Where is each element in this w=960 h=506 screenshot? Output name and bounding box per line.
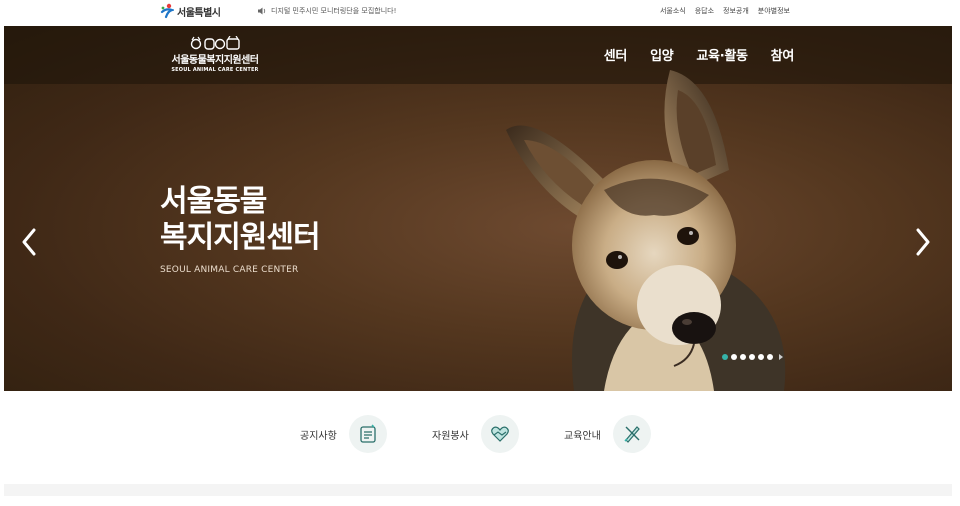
prev-slide-arrow[interactable]: [18, 226, 40, 258]
animal-logo-icon: [190, 36, 240, 50]
dog-photo: [506, 70, 786, 391]
main-nav: 센터 입양 교육·활동 참여: [604, 45, 795, 64]
seoul-logo-text: 서울특별시: [177, 7, 221, 19]
center-logo[interactable]: 서울동물복지지원센터 SEOUL ANIMAL CARE CENTER: [160, 36, 270, 73]
pager-dot[interactable]: [731, 354, 737, 360]
pager-dot[interactable]: [758, 354, 764, 360]
pager-next-icon[interactable]: [779, 354, 783, 360]
seoul-logo-icon: [160, 3, 174, 19]
hero-slider: 서울동물복지지원센터 SEOUL ANIMAL CARE CENTER 센터 입…: [4, 26, 952, 391]
hero-title: 서울동물 복지지원센터: [160, 184, 321, 256]
util-link-response[interactable]: 응답소: [695, 6, 714, 16]
footer-divider: [4, 484, 952, 496]
nav-adoption[interactable]: 입양: [650, 45, 674, 64]
chevron-left-icon: [22, 228, 36, 256]
pager-dot[interactable]: [740, 354, 746, 360]
hero-subtitle: SEOUL ANIMAL CARE CENTER: [160, 265, 299, 275]
quick-links: 공지사항 자원봉사 교육안내: [0, 391, 960, 481]
seoul-city-logo[interactable]: 서울특별시: [160, 3, 221, 19]
pager-dot[interactable]: [749, 354, 755, 360]
util-link-news[interactable]: 서울소식: [660, 6, 686, 16]
brand-name-en: SEOUL ANIMAL CARE CENTER: [171, 67, 259, 73]
nav-education-activity[interactable]: 교육·활동: [696, 45, 748, 64]
utility-bar: 서울특별시 디지털 민주시민 모니터링단을 모집합니다! 서울소식 응답소 정보…: [0, 0, 960, 26]
quick-link-volunteer[interactable]: 자원봉사: [432, 415, 519, 453]
brand-name-ko: 서울동물복지지원센터: [171, 55, 260, 66]
hero-title-line1: 서울동물: [160, 184, 267, 219]
next-slide-arrow[interactable]: [912, 226, 934, 258]
quick-link-label: 자원봉사: [432, 430, 469, 442]
pager-dot[interactable]: [722, 354, 728, 360]
hero-title-line2: 복지지원센터: [160, 220, 321, 255]
site-header: [4, 26, 952, 84]
utility-links: 서울소식 응답소 정보공개 분야별정보: [660, 6, 790, 16]
volunteer-icon: [480, 415, 519, 453]
util-link-info-disclosure[interactable]: 정보공개: [723, 6, 749, 16]
quick-link-label: 공지사항: [300, 430, 337, 442]
quick-link-notice[interactable]: 공지사항: [300, 415, 387, 453]
slide-pager: [722, 354, 783, 360]
notice-text: 디지털 민주시민 모니터링단을 모집합니다!: [271, 7, 397, 15]
nav-center[interactable]: 센터: [604, 45, 628, 64]
speaker-icon: [258, 7, 266, 15]
util-link-field-info[interactable]: 분야별정보: [758, 6, 790, 16]
notice-icon: [348, 415, 387, 453]
education-icon: [612, 415, 651, 453]
notice-ticker[interactable]: 디지털 민주시민 모니터링단을 모집합니다!: [258, 6, 396, 16]
nav-participation[interactable]: 참여: [771, 45, 795, 64]
quick-link-education[interactable]: 교육안내: [564, 415, 651, 453]
quick-link-label: 교육안내: [564, 430, 601, 442]
chevron-right-icon: [916, 228, 930, 256]
pager-dot[interactable]: [767, 354, 773, 360]
